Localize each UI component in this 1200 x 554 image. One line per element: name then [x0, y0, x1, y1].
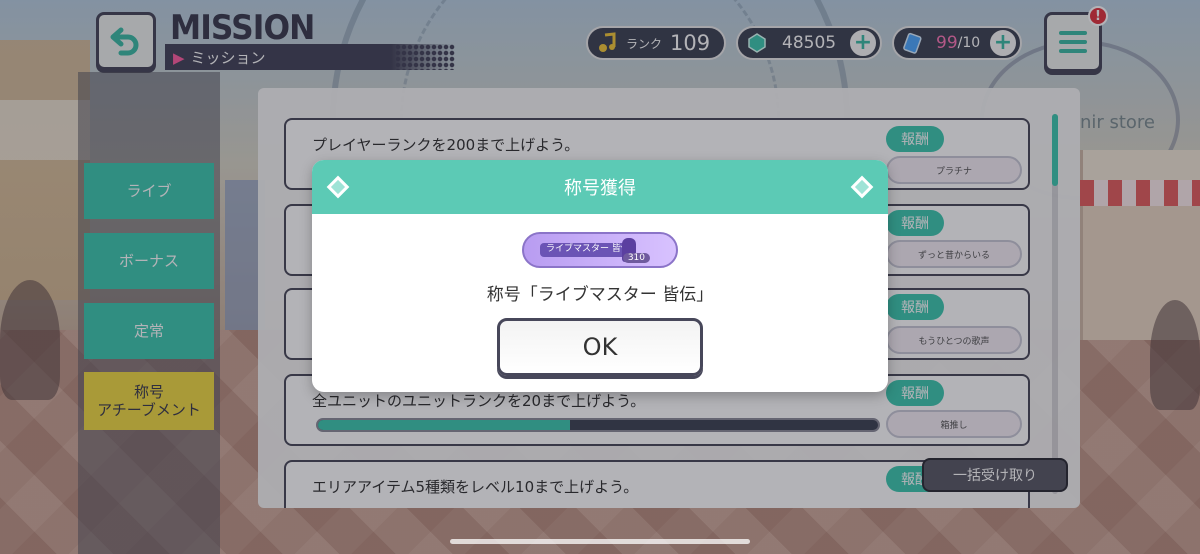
title-badge: ライブマスター 皆伝 310 — [522, 232, 678, 268]
dialog-header: 称号獲得 — [312, 160, 888, 214]
diamond-icon — [850, 175, 874, 199]
dialog-title: 称号獲得 — [564, 178, 636, 199]
dialog-message: 称号「ライブマスター 皆伝」 — [486, 285, 714, 305]
diamond-icon — [326, 175, 350, 199]
title-badge-number: 310 — [622, 253, 650, 263]
title-acquired-dialog: 称号獲得 ライブマスター 皆伝 310 称号「ライブマスター 皆伝」 OK — [312, 160, 888, 392]
home-indicator[interactable] — [450, 539, 750, 544]
ok-button[interactable]: OK — [497, 318, 703, 376]
